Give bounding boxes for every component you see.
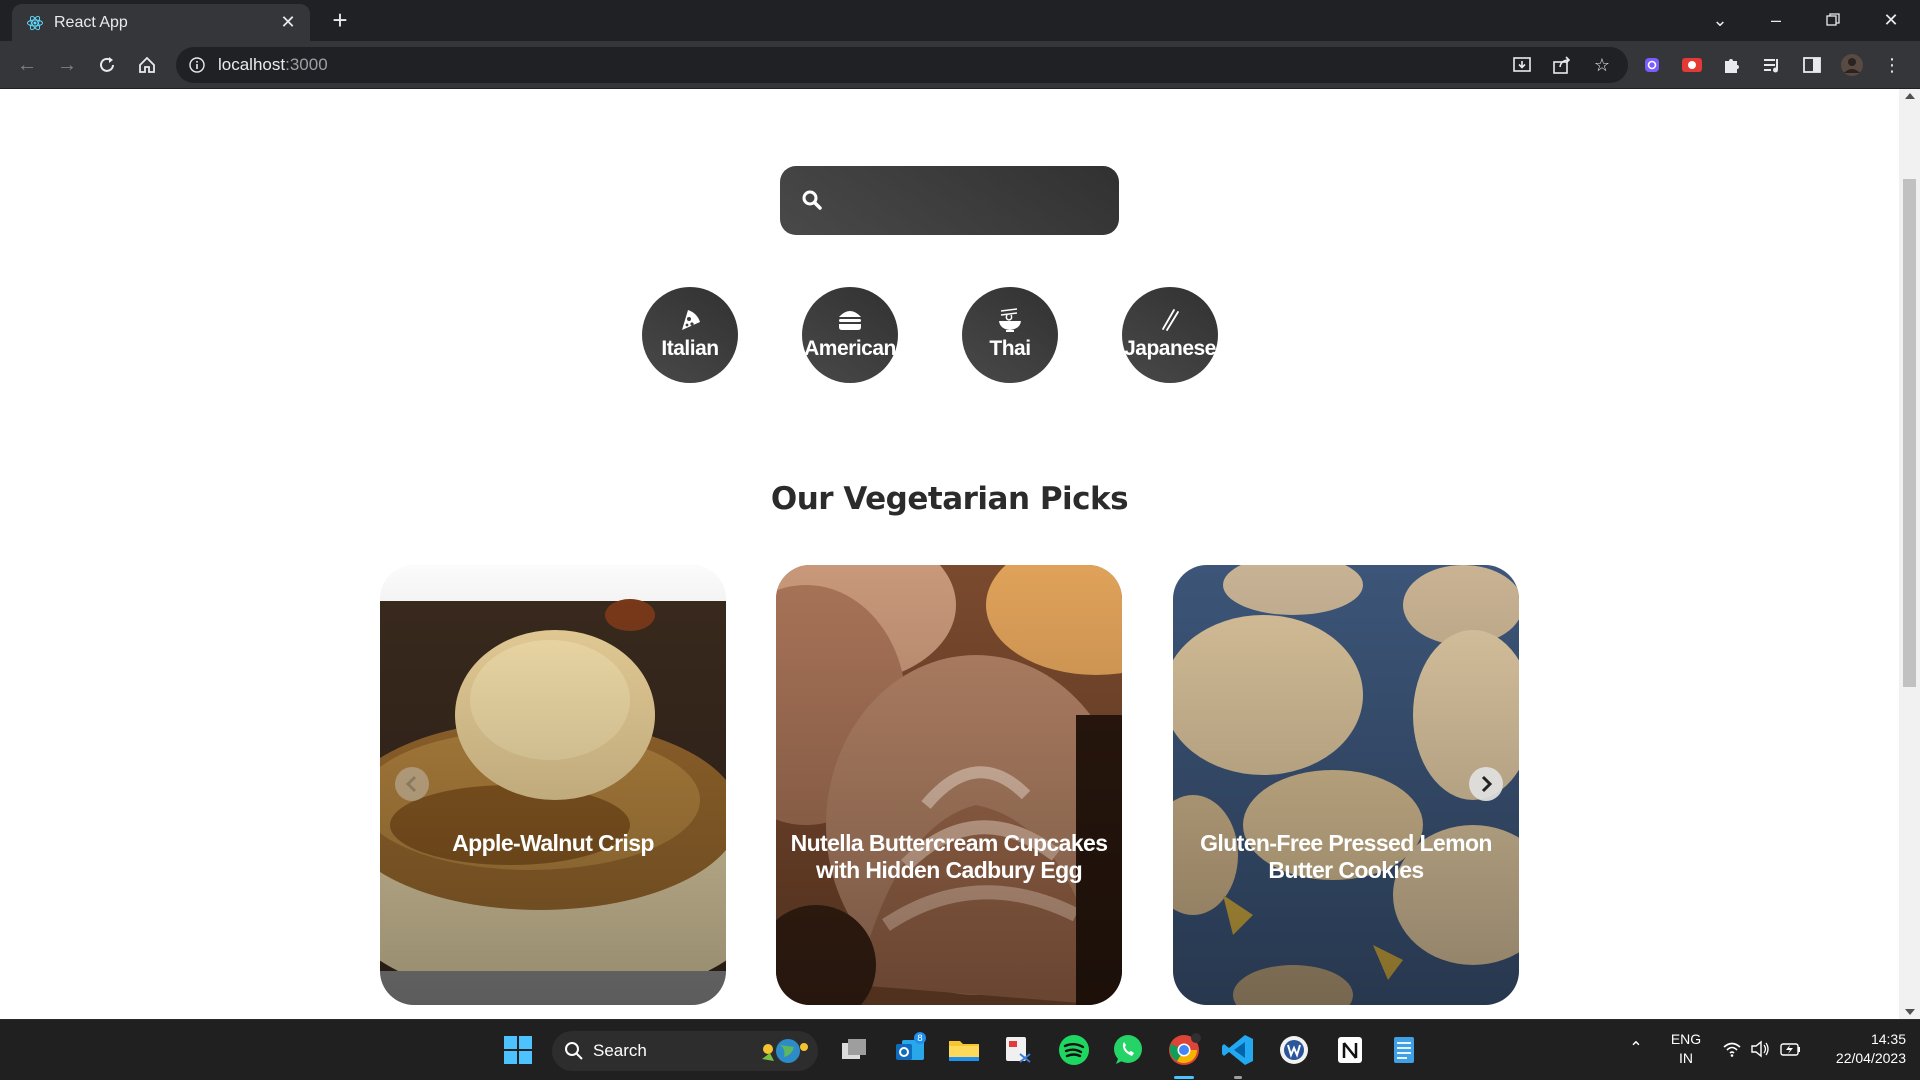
chopsticks-icon — [1162, 309, 1179, 331]
extension-purple-icon[interactable] — [1638, 51, 1666, 79]
outlook-badge-count: 8 — [917, 1034, 923, 1044]
browser-tab-bar: React App ✕ + ⌄ – ✕ — [0, 0, 1920, 41]
browser-toolbar: ← → localhost:3000 ☆ ⋮ — [0, 41, 1920, 89]
search-bar[interactable] — [780, 166, 1119, 235]
recipe-title: Apple-Walnut Crisp — [452, 830, 654, 856]
pizza-icon — [682, 310, 700, 330]
battery-charging-icon[interactable] — [1780, 1040, 1802, 1058]
taskbar-search-label: Search — [593, 1041, 647, 1060]
burger-icon — [839, 311, 861, 330]
share-icon[interactable] — [1548, 51, 1576, 79]
category-label: Italian — [661, 337, 719, 360]
clock-time: 14:35 — [1870, 1031, 1906, 1047]
card-overlay — [1173, 565, 1519, 1005]
taskbar-search[interactable]: Search — [552, 1031, 818, 1071]
search-icon — [565, 1042, 583, 1060]
category-label: American — [804, 337, 896, 360]
volume-icon[interactable] — [1750, 1040, 1770, 1058]
install-app-icon[interactable] — [1508, 51, 1536, 79]
spotify-icon[interactable] — [1056, 1032, 1092, 1068]
active-app-indicator — [1174, 1076, 1194, 1079]
category-american[interactable]: American — [802, 287, 898, 383]
section-title: Our Vegetarian Picks — [770, 481, 1129, 517]
card-overlay — [380, 565, 726, 1005]
address-bar[interactable]: localhost:3000 — [176, 47, 1628, 83]
carousel-next-button[interactable] — [1469, 767, 1503, 801]
system-clock[interactable]: 14:35 22/04/2023 — [1812, 1030, 1906, 1068]
chevron-right-icon — [1481, 775, 1493, 793]
scrollbar-thumb[interactable] — [1903, 179, 1916, 687]
chrome-icon[interactable] — [1166, 1032, 1202, 1068]
show-hidden-icons-chevron-icon[interactable]: ⌃ — [1626, 1038, 1646, 1058]
notion-icon[interactable] — [1332, 1032, 1368, 1068]
profile-avatar[interactable] — [1838, 51, 1866, 79]
snipping-tool-icon[interactable] — [1000, 1032, 1036, 1068]
tab-title: React App — [54, 14, 128, 31]
react-logo-icon — [27, 15, 43, 31]
outlook-icon[interactable]: 8 — [892, 1032, 928, 1068]
recipe-card[interactable]: Gluten-Free Pressed Lemon Butter Cookies — [1173, 565, 1519, 1005]
scroll-up-arrow-icon[interactable] — [1905, 93, 1915, 99]
language-region: IN — [1679, 1050, 1693, 1066]
category-thai[interactable]: Thai — [962, 287, 1058, 383]
task-view-icon[interactable] — [836, 1032, 872, 1068]
search-icon — [802, 190, 822, 210]
windows-start-icon[interactable] — [500, 1032, 536, 1068]
word-app-icon[interactable] — [1276, 1032, 1312, 1068]
side-panel-icon[interactable] — [1798, 51, 1826, 79]
close-window-button[interactable]: ✕ — [1877, 8, 1905, 32]
running-app-indicator — [1234, 1076, 1242, 1079]
recipe-title: Gluten-Free Pressed Lemon Butter Cookies — [1200, 830, 1492, 883]
language-indicator[interactable]: ENG IN — [1658, 1030, 1714, 1068]
wifi-icon[interactable] — [1722, 1040, 1742, 1058]
notepad-icon[interactable] — [1386, 1032, 1422, 1068]
forward-icon[interactable]: → — [53, 51, 81, 79]
back-icon[interactable]: ← — [13, 51, 41, 79]
restore-button[interactable] — [1819, 8, 1847, 32]
noodle-bowl-icon — [999, 308, 1021, 332]
card-overlay — [776, 565, 1122, 1005]
recipe-card[interactable]: Apple-Walnut Crisp — [380, 565, 726, 1005]
browser-menu-icon[interactable]: ⋮ — [1878, 51, 1906, 79]
page-scrollbar[interactable] — [1899, 89, 1920, 1019]
category-japanese[interactable]: Japanese — [1122, 287, 1218, 383]
recipe-card[interactable]: Nutella Buttercream Cupcakes with Hidden… — [776, 565, 1122, 1005]
minimize-button[interactable]: – — [1762, 8, 1790, 32]
new-tab-button[interactable]: + — [326, 7, 354, 35]
vscode-icon[interactable] — [1220, 1032, 1256, 1068]
category-label: Japanese — [1124, 337, 1216, 360]
search-input[interactable] — [842, 180, 1102, 220]
file-explorer-icon[interactable] — [946, 1032, 982, 1068]
bookmark-star-icon[interactable]: ☆ — [1588, 51, 1616, 79]
scroll-down-arrow-icon[interactable] — [1905, 1009, 1915, 1015]
media-queue-icon[interactable] — [1758, 51, 1786, 79]
url-text: localhost:3000 — [218, 55, 328, 74]
language-code: ENG — [1670, 1031, 1702, 1047]
search-highlight-globe-icon — [762, 1039, 808, 1063]
home-icon[interactable] — [133, 51, 161, 79]
browser-tab[interactable]: React App ✕ — [12, 4, 310, 41]
chevron-left-icon — [405, 775, 417, 793]
extensions-puzzle-icon[interactable] — [1718, 51, 1746, 79]
category-italian[interactable]: Italian — [642, 287, 738, 383]
tab-search-chevron-icon[interactable]: ⌄ — [1706, 8, 1734, 32]
page-content: Italian American Thai Japanese Our Veget… — [0, 89, 1899, 1019]
recipe-title: Nutella Buttercream Cupcakes with Hidden… — [790, 830, 1108, 883]
carousel-prev-button[interactable] — [395, 767, 429, 801]
site-info-icon[interactable] — [188, 56, 206, 74]
extension-record-icon[interactable] — [1678, 51, 1706, 79]
windows-taskbar: Search 8 ⌃ ENG IN 14:35 22/04/2023 — [0, 1019, 1920, 1080]
close-tab-icon[interactable]: ✕ — [278, 12, 298, 32]
reload-icon[interactable] — [93, 51, 121, 79]
category-label: Thai — [989, 337, 1031, 360]
whatsapp-icon[interactable] — [1110, 1032, 1146, 1068]
clock-date: 22/04/2023 — [1835, 1050, 1906, 1066]
